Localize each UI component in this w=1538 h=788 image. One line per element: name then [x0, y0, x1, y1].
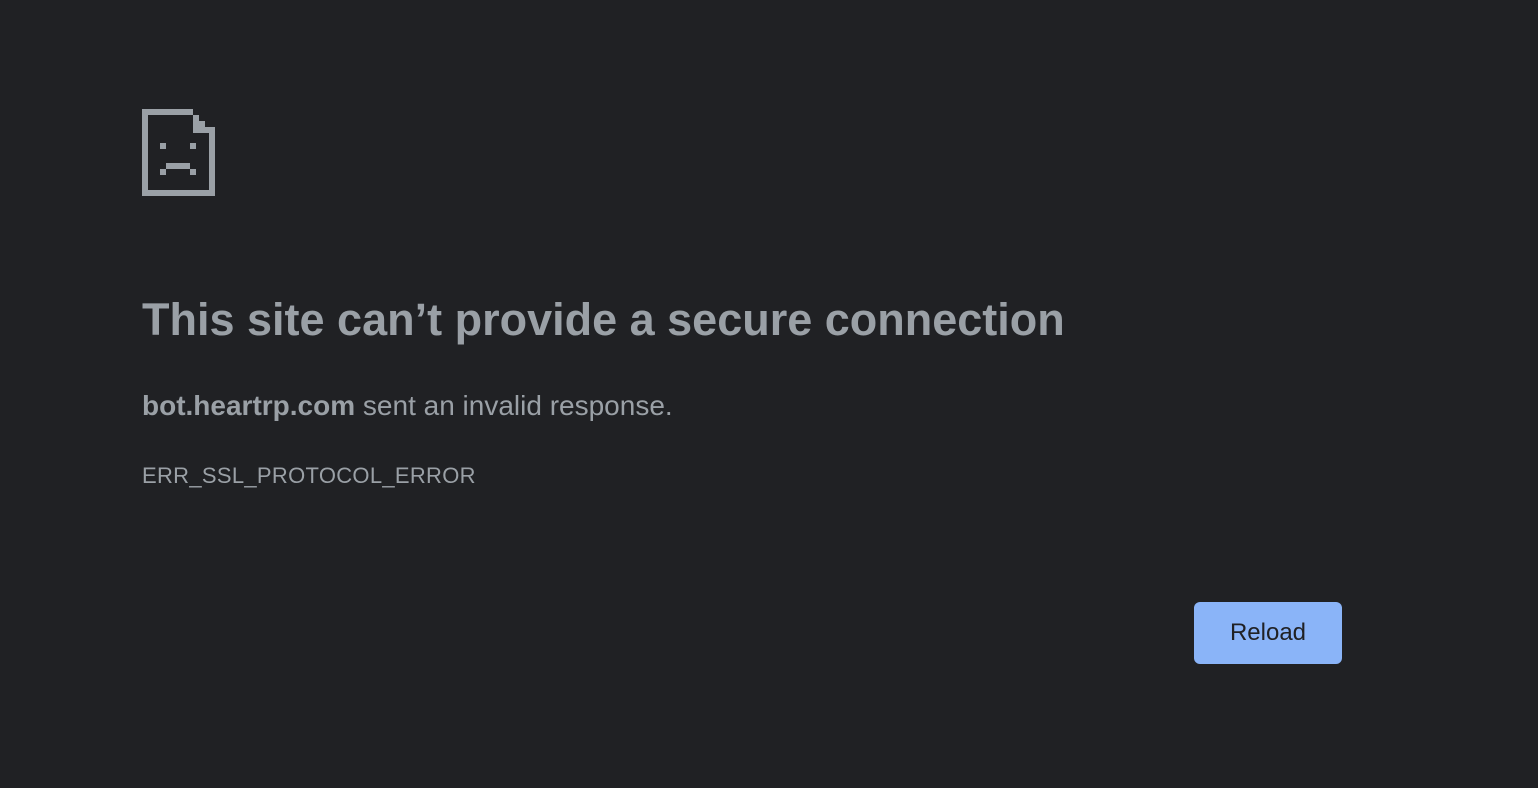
error-summary: bot.heartrp.com sent an invalid response…	[142, 388, 673, 424]
reload-button[interactable]: Reload	[1194, 602, 1342, 664]
error-page: This site can’t provide a secure connect…	[0, 0, 1538, 788]
page-title: This site can’t provide a secure connect…	[142, 294, 1065, 345]
host-name: bot.heartrp.com	[142, 390, 356, 421]
sad-file-icon	[142, 109, 215, 196]
error-code: ERR_SSL_PROTOCOL_ERROR	[142, 463, 476, 488]
error-message: sent an invalid response.	[355, 390, 673, 421]
